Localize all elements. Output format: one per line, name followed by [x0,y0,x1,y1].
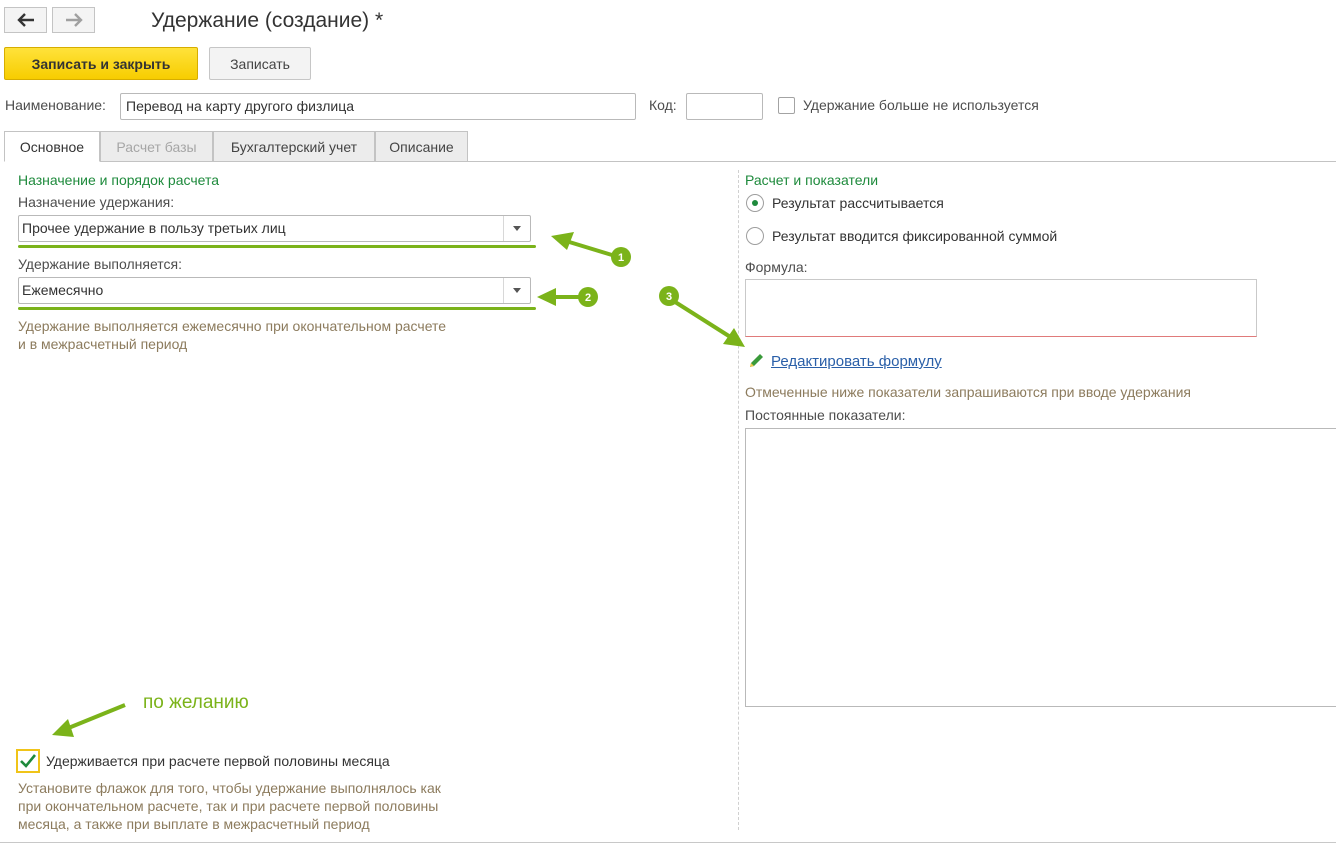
arrow-4-head [52,719,74,737]
marker-2-text: 2 [585,292,591,304]
arrow-2-head [537,288,556,306]
annotation-arrows: 1 2 3 [52,232,745,737]
optional-annotation: по желанию [143,692,249,713]
arrow-3-line [670,298,734,340]
marker-3-text: 3 [666,291,672,303]
arrow-3-head [723,328,745,347]
marker-1-text: 1 [618,252,624,264]
arrow-4-line [65,703,126,731]
arrow-1-line [565,239,613,257]
